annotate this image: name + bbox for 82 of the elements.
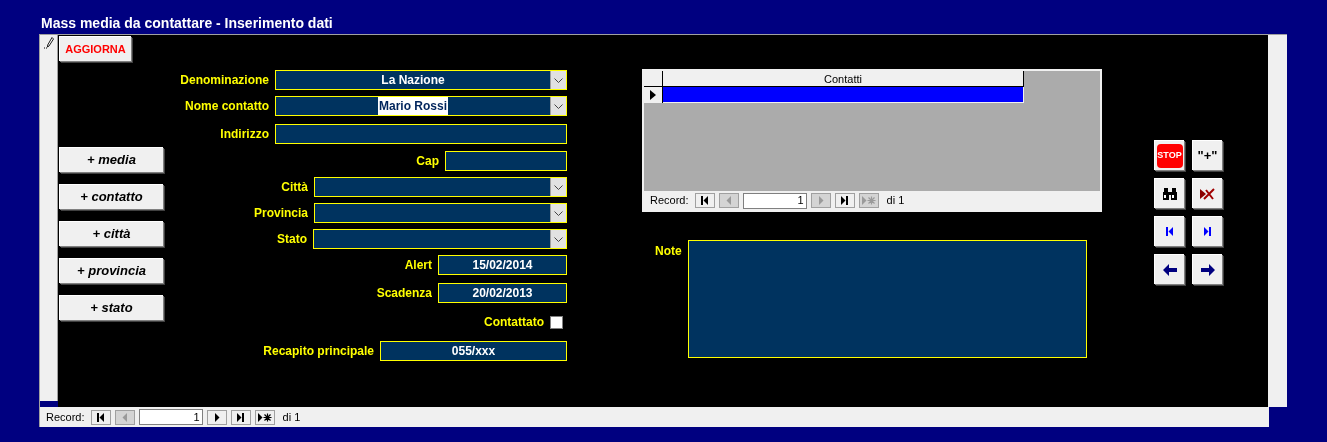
record-nav-button[interactable] bbox=[90, 409, 111, 425]
field-label: Recapito principale bbox=[263, 343, 374, 360]
dropdown-button[interactable] bbox=[550, 230, 566, 248]
record-label: Record: bbox=[650, 193, 689, 209]
field-label: Indirizzo bbox=[220, 126, 269, 143]
record-number-field[interactable]: 1 bbox=[742, 192, 807, 209]
toolbar-button[interactable] bbox=[1154, 254, 1184, 284]
record-total: di 1 bbox=[886, 193, 905, 209]
record-nav-button[interactable] bbox=[254, 409, 275, 425]
toolbar-button[interactable] bbox=[1192, 178, 1222, 208]
field-label: Contattato bbox=[484, 314, 544, 331]
toolbar-button[interactable] bbox=[1154, 216, 1184, 246]
new-record-icon bbox=[861, 196, 876, 205]
new-record-icon bbox=[257, 412, 272, 422]
arrow-right-icon bbox=[1200, 263, 1215, 276]
previous-record-icon bbox=[725, 196, 732, 205]
dropdown-button[interactable] bbox=[550, 97, 566, 115]
next-record-icon bbox=[817, 196, 824, 205]
dropdown-button[interactable] bbox=[550, 204, 566, 222]
text-field[interactable]: 055/xxx bbox=[380, 341, 567, 361]
add-button[interactable]: + contatto bbox=[59, 184, 163, 209]
last-record-icon bbox=[1203, 227, 1212, 236]
add-button[interactable]: + media bbox=[59, 147, 163, 172]
first-record-icon bbox=[1165, 227, 1174, 236]
record-nav-button[interactable] bbox=[206, 409, 227, 425]
chevron-down-icon bbox=[554, 184, 563, 190]
pencil-icon bbox=[43, 37, 54, 49]
combo-box[interactable] bbox=[314, 177, 567, 197]
dropdown-button[interactable] bbox=[550, 178, 566, 196]
chevron-down-icon bbox=[554, 210, 563, 216]
next-record-icon bbox=[213, 412, 220, 422]
toolbar-button[interactable] bbox=[1154, 178, 1184, 208]
field-label: Scadenza bbox=[376, 285, 432, 302]
add-button[interactable]: + stato bbox=[59, 295, 163, 320]
window-title: Mass media da contattare - Inserimento dati bbox=[41, 15, 333, 31]
combo-box[interactable] bbox=[313, 229, 567, 249]
combo-box[interactable]: La Nazione bbox=[275, 70, 567, 90]
combo-box[interactable]: Mario Rossi bbox=[275, 96, 567, 116]
add-button[interactable]: + provincia bbox=[59, 258, 163, 283]
note-label: Note bbox=[655, 243, 683, 260]
arrow-left-icon bbox=[1162, 263, 1177, 276]
field-label: Nome contatto bbox=[185, 98, 269, 115]
combo-box[interactable] bbox=[314, 203, 567, 223]
update-button[interactable]: AGGIORNA bbox=[59, 36, 131, 61]
first-record-icon bbox=[96, 412, 106, 422]
field-label: Denominazione bbox=[180, 72, 269, 89]
row-selector[interactable] bbox=[644, 87, 663, 103]
field-label: Città bbox=[281, 179, 308, 196]
binoculars-icon bbox=[1161, 187, 1178, 200]
toolbar-button[interactable] bbox=[1192, 216, 1222, 246]
previous-record-icon bbox=[121, 412, 128, 422]
record-nav-button[interactable] bbox=[694, 193, 715, 208]
text-field[interactable] bbox=[445, 151, 567, 171]
add-button[interactable]: + città bbox=[59, 221, 163, 246]
toolbar-button[interactable]: "+" bbox=[1192, 140, 1222, 170]
text-field[interactable]: 20/02/2013 bbox=[438, 283, 567, 303]
chevron-down-icon bbox=[554, 77, 563, 83]
chevron-down-icon bbox=[554, 103, 563, 109]
chevron-down-icon bbox=[554, 236, 563, 242]
toolbar-button[interactable] bbox=[1192, 254, 1222, 284]
add-record-label: "+" bbox=[1197, 146, 1218, 165]
field-label: Provincia bbox=[253, 205, 308, 222]
record-nav-button[interactable] bbox=[230, 409, 251, 425]
column-header: Contatti bbox=[663, 71, 1024, 87]
field-label: Stato bbox=[277, 231, 307, 248]
record-number-field[interactable]: 1 bbox=[138, 409, 203, 425]
table-row[interactable] bbox=[663, 87, 1024, 103]
text-field[interactable] bbox=[275, 124, 567, 144]
current-row-icon bbox=[650, 90, 656, 100]
contacted-checkbox[interactable] bbox=[550, 315, 563, 329]
field-label: Alert bbox=[404, 257, 432, 274]
last-record-icon bbox=[236, 412, 246, 422]
field-label: Cap bbox=[416, 153, 439, 170]
delete-record-icon bbox=[1200, 187, 1215, 200]
first-record-icon bbox=[700, 196, 710, 205]
record-label: Record: bbox=[46, 409, 85, 425]
record-nav-button[interactable] bbox=[834, 193, 855, 208]
note-field[interactable] bbox=[688, 240, 1087, 358]
last-record-icon bbox=[840, 196, 850, 205]
record-total: di 1 bbox=[282, 409, 301, 425]
dropdown-button[interactable] bbox=[550, 71, 566, 89]
text-field[interactable]: 15/02/2014 bbox=[438, 255, 567, 275]
